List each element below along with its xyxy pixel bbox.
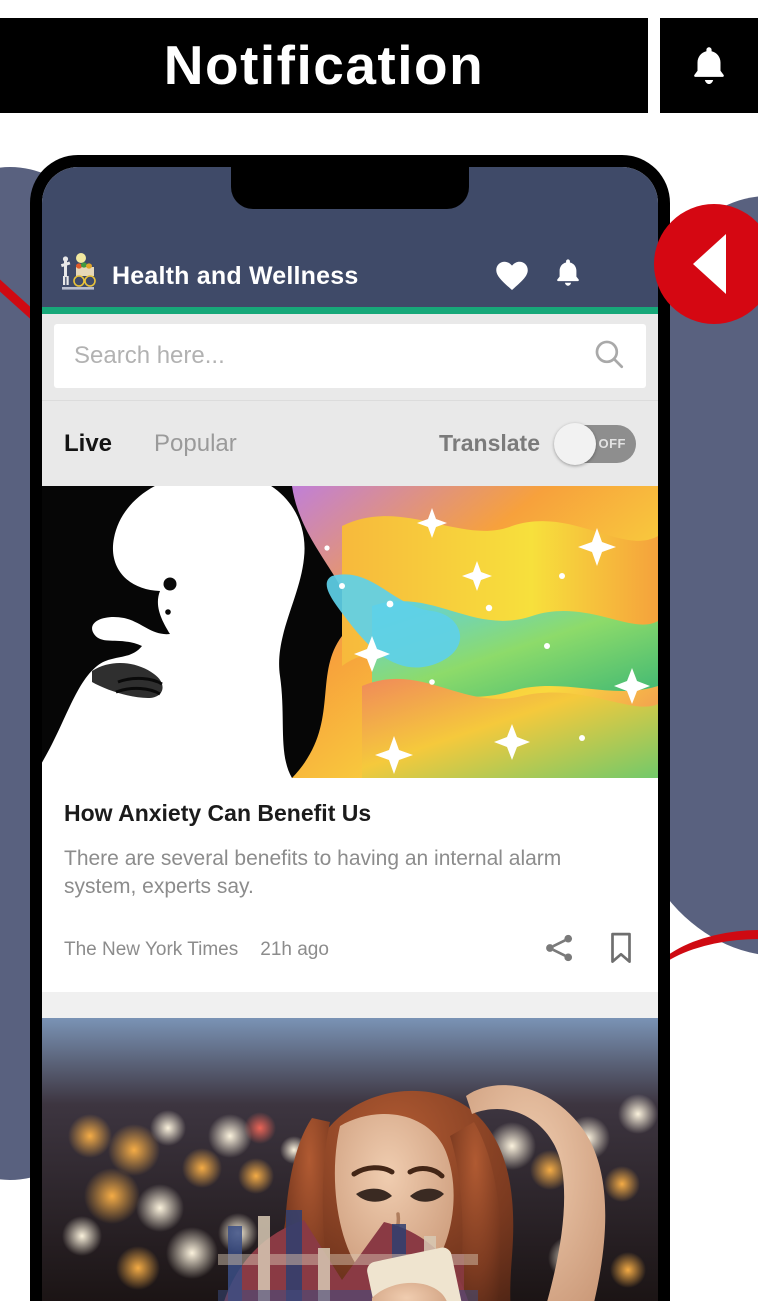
app-title: Health and Wellness (112, 262, 359, 290)
translate-label: Translate (439, 430, 540, 456)
heart-icon (496, 261, 528, 290)
notification-banner-title-box: Notification (0, 18, 648, 113)
article-title: How Anxiety Can Benefit Us (64, 800, 372, 826)
article-card[interactable]: How Anxiety Can Benefit Us There are sev… (42, 486, 658, 1018)
tab-live[interactable]: Live (64, 430, 112, 458)
share-button[interactable] (542, 931, 576, 970)
search-section: Search here... (42, 314, 658, 400)
search-button[interactable] (592, 337, 626, 376)
notifications-button[interactable] (552, 255, 584, 291)
notification-banner: Notification (0, 18, 758, 113)
screenshot-root: Notification Health and Wellness Search … (0, 0, 758, 1301)
search-input[interactable]: Search here... (54, 324, 646, 388)
tab-popular[interactable]: Popular (154, 430, 237, 458)
translate-control: Translate OFF (439, 422, 636, 465)
article-timestamp: 21h ago (260, 939, 329, 961)
notification-bell-button[interactable] (660, 18, 758, 113)
woman-with-phone-photo-icon (42, 1017, 658, 1301)
bookmark-button[interactable] (606, 931, 636, 970)
feed-separator (42, 991, 658, 1018)
article-description: There are several benefits to having an … (64, 847, 562, 898)
translate-toggle[interactable]: OFF (554, 422, 636, 465)
article-card[interactable] (42, 1017, 658, 1301)
article-actions (512, 931, 636, 970)
favorites-button[interactable] (494, 258, 530, 291)
article-feed: How Anxiety Can Benefit Us There are sev… (42, 486, 658, 1301)
article-text-block: How Anxiety Can Benefit Us There are sev… (42, 778, 658, 992)
triangle-left-icon (692, 234, 726, 294)
translate-toggle-knob[interactable] (554, 422, 596, 465)
menu-button[interactable] (606, 279, 644, 291)
health-wellness-logo-icon (56, 251, 100, 291)
phone-notch (231, 167, 469, 209)
tab-bar: Live Popular Translate OFF (42, 400, 658, 486)
bookmark-icon (611, 932, 631, 963)
phone-screen: Health and Wellness Search here... Live … (42, 167, 658, 1301)
bell-icon (694, 46, 724, 84)
search-icon (595, 340, 624, 368)
accent-divider (42, 307, 658, 314)
article-source: The New York Times (64, 939, 239, 961)
notification-banner-title: Notification (163, 34, 485, 96)
phone-mockup: Health and Wellness Search here... Live … (30, 155, 670, 1301)
article-hero-image (42, 486, 658, 778)
bell-icon (557, 259, 579, 286)
translate-toggle-state: OFF (598, 436, 626, 451)
article-meta-row: The New York Times 21h ago (64, 931, 636, 992)
article-hero-image (42, 1017, 658, 1301)
search-placeholder: Search here... (74, 342, 225, 369)
share-icon (546, 934, 573, 962)
anxiety-illustration-icon (42, 486, 658, 778)
